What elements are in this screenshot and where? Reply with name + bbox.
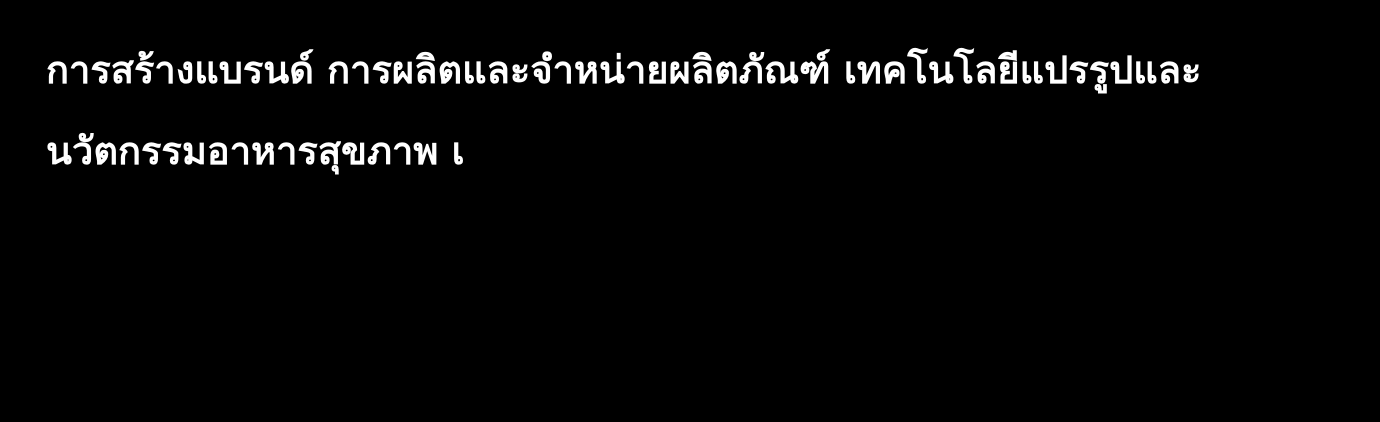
text-line-2: นวัตกรรมอาหารสุขภาพ เ (46, 129, 465, 173)
text-line-1: การสร้างแบรนด์ การผลิตและจำหน่ายผลิตภัณฑ… (46, 48, 1202, 92)
text-block: การสร้างแบรนด์ การผลิตและจำหน่ายผลิตภัณฑ… (46, 40, 1346, 181)
